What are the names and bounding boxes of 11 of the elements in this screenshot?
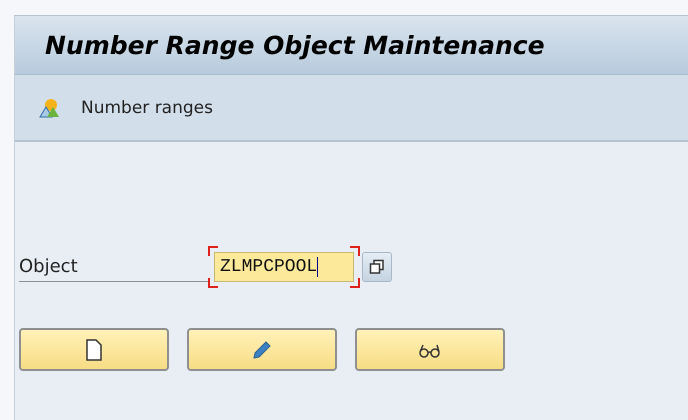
- mountain-sun-icon: [39, 96, 61, 118]
- field-label: Object: [19, 252, 209, 282]
- create-button[interactable]: [19, 328, 169, 371]
- window-title: Number Range Object Maintenance: [45, 30, 545, 60]
- change-button[interactable]: [187, 328, 337, 371]
- copy-icon: [369, 259, 385, 275]
- pencil-icon: [251, 338, 273, 360]
- value-help-button[interactable]: [362, 252, 392, 282]
- display-button[interactable]: [355, 328, 505, 371]
- document-icon: [86, 338, 102, 360]
- number-ranges-button[interactable]: Number ranges: [35, 92, 217, 122]
